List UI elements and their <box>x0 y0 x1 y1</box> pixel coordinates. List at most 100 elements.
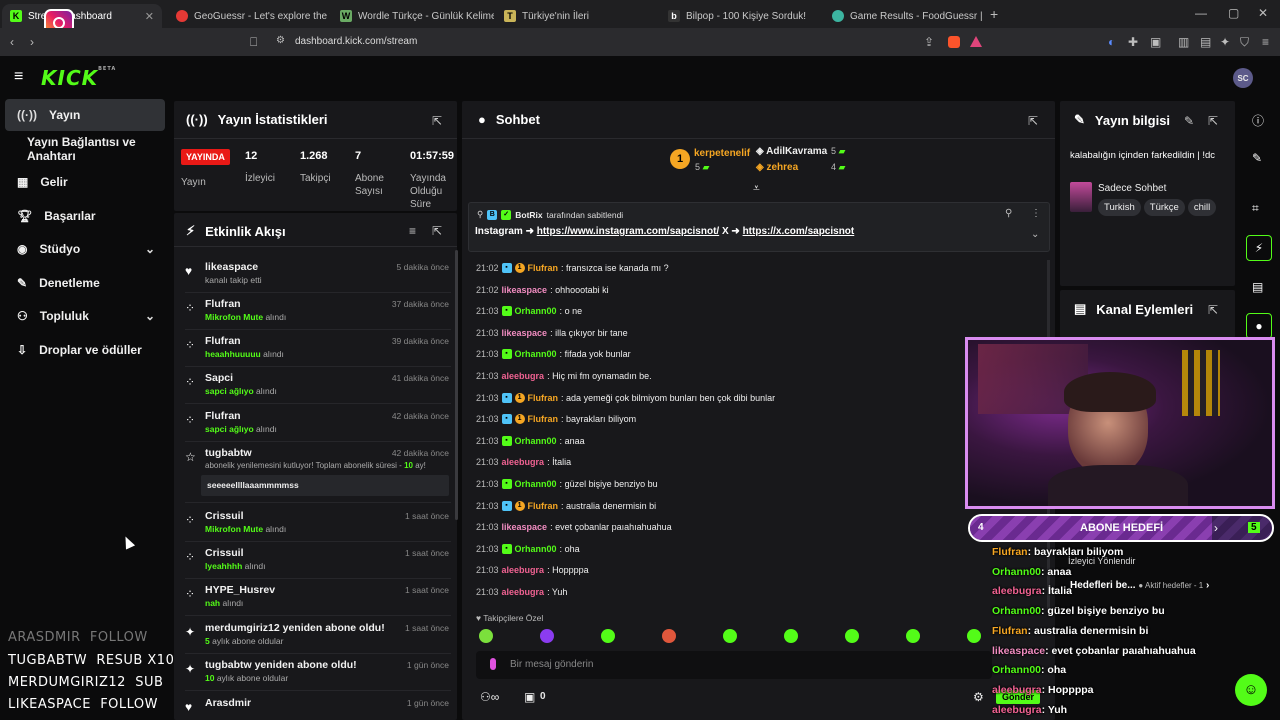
tag[interactable]: chill <box>1187 199 1217 216</box>
sidebar-item-stream-key[interactable]: Yayın Bağlantısı ve Anahtarı <box>5 133 175 165</box>
expand-leaderboard-icon[interactable]: ⩡ <box>753 181 760 196</box>
brave-shield-icon[interactable] <box>948 36 960 48</box>
tag[interactable]: Turkish <box>1098 199 1141 216</box>
chat-message[interactable]: 21:03 ▪ Orhann00: o ne <box>476 306 582 317</box>
emote-icon[interactable] <box>662 629 676 643</box>
site-info-icon[interactable]: ⚙ <box>276 35 285 46</box>
activity-item[interactable]: ✦ merdumgiriz12 yeniden abone oldu! 5 ay… <box>185 622 451 654</box>
activity-item[interactable]: ⁘ Flufran sapci ağlıyo alındı 42 dakika … <box>185 410 451 442</box>
message-user[interactable]: likeaspace <box>502 522 548 532</box>
popout-icon[interactable]: ⇱ <box>1208 303 1218 317</box>
message-user[interactable]: aleebugra <box>502 587 545 597</box>
tab-wordle[interactable]: W Wordle Türkçe - Günlük Kelime Oyunu <box>332 4 494 28</box>
chat-message[interactable]: 21:03 aleebugra: Hiç mi fm oynamadın be. <box>476 371 652 381</box>
sidebar-toggle-icon[interactable]: ▥ <box>1178 35 1189 49</box>
sidebar-item-droplar[interactable]: ⇩ Droplar ve ödüller <box>5 334 165 366</box>
unpin-icon[interactable]: ⚲ <box>1005 208 1012 219</box>
instagram-link[interactable]: https://www.instagram.com/sapcisnot/ <box>537 226 719 237</box>
sidebar-item-yayin[interactable]: ((·)) Yayın <box>5 99 165 131</box>
close-tab-icon[interactable]: ✕ <box>145 10 154 23</box>
message-user[interactable]: aleebugra <box>502 457 545 467</box>
message-user[interactable]: Orhann00 <box>515 544 557 554</box>
category-thumbnail[interactable] <box>1070 182 1092 212</box>
tab-foodguessr[interactable]: Game Results - FoodGuessr | FoodG <box>824 4 986 28</box>
brave-rewards-icon[interactable] <box>970 36 982 47</box>
activity-item[interactable]: ♥ likeaspace kanalı takip etti 5 dakika … <box>185 261 451 293</box>
emote-icon[interactable] <box>723 629 737 643</box>
chat-message[interactable]: 21:02 likeaspace: ohhoootabi ki <box>476 285 609 295</box>
crop-icon[interactable]: ⌗ <box>1252 201 1259 216</box>
message-user[interactable]: Orhann00 <box>515 306 557 316</box>
tab-turkiye[interactable]: T Türkiye'nin İleri <box>496 4 658 28</box>
category-name[interactable]: Sadece Sohbet <box>1098 183 1166 194</box>
activity-item[interactable]: ⁘ HYPE_Husrev nah alındı 1 saat önce <box>185 584 451 616</box>
emote-icon[interactable] <box>845 629 859 643</box>
avatar[interactable]: SC <box>1233 68 1253 88</box>
message-user[interactable]: likeaspace <box>502 285 548 295</box>
activity-item[interactable]: ⁘ Crissuil lyeahhhh alındı 1 saat önce <box>185 547 451 579</box>
chat-message[interactable]: 21:03 aleebugra: Yuh <box>476 587 567 597</box>
emote-icon[interactable] <box>601 629 615 643</box>
tab-geoguessr[interactable]: GeoGuessr - Let's explore the world! <box>168 4 330 28</box>
popout-icon[interactable]: ⇱ <box>432 114 442 128</box>
more-options-icon[interactable]: ⋮ <box>1031 208 1041 219</box>
emote-icon[interactable] <box>540 629 554 643</box>
edit-icon[interactable]: ✎ <box>1252 151 1262 165</box>
reading-list-icon[interactable]: ▤ <box>1200 35 1211 49</box>
popout-icon[interactable]: ⇱ <box>432 224 442 238</box>
chat-bubble-icon[interactable]: ● <box>1246 313 1272 339</box>
activity-scrollbar[interactable] <box>455 250 458 520</box>
message-user[interactable]: Orhann00 <box>515 349 557 359</box>
message-user[interactable]: Flufran <box>528 263 559 273</box>
microphone-icon[interactable] <box>490 658 496 670</box>
extensions-icon[interactable]: ✚ <box>1128 35 1138 49</box>
bookmark-icon[interactable]: ⎕ <box>250 35 257 50</box>
message-user[interactable]: Flufran <box>528 501 559 511</box>
share-icon[interactable]: ⇪ <box>924 35 934 49</box>
menu-icon[interactable]: ≡ <box>1262 35 1269 49</box>
chat-message[interactable]: 21:03 ▪ 1 Flufran: ada yemeği çok bilmiyom … <box>476 392 775 403</box>
tab-stream-dashboard[interactable]: K Stream Dashboard ✕ <box>2 4 162 28</box>
support-chat-icon[interactable]: ☺ <box>1235 674 1267 706</box>
lightning-icon[interactable]: ⚡︎ <box>1246 235 1272 261</box>
chat-message[interactable]: 21:03 ▪ Orhann00: oha <box>476 543 580 554</box>
url-field[interactable]: dashboard.kick.com/stream <box>295 36 417 47</box>
document-icon[interactable]: ▤ <box>1252 280 1263 294</box>
tab-bilpop[interactable]: b Bilpop - 100 Kişiye Sorduk! <box>660 4 822 28</box>
info-icon[interactable]: ⓘ <box>1252 112 1264 129</box>
chat-message[interactable]: 21:03 aleebugra: İtalia <box>476 457 571 467</box>
activity-item[interactable]: ⁘ Flufran Mikrofon Mute alındı 37 dakika… <box>185 298 451 330</box>
emote-icon[interactable] <box>479 629 493 643</box>
activity-item[interactable]: ⁘ Sapci sapci ağlıyo alındı 41 dakika ön… <box>185 372 451 404</box>
chat-message[interactable]: 21:03 ▪ 1 Flufran: bayrakları biliyom <box>476 414 636 425</box>
goals-row[interactable]: Hedefleri be... ● Aktif hedefler - 1 › <box>1070 580 1209 591</box>
new-tab-icon[interactable]: + <box>990 6 998 22</box>
message-user[interactable]: Flufran <box>528 393 559 403</box>
chat-message[interactable]: 21:03 likeaspace: evet çobanlar paıahıahu… <box>476 522 672 532</box>
back-icon[interactable]: ‹ <box>10 35 14 49</box>
message-user[interactable]: Flufran <box>528 414 559 424</box>
sidebar-item-basarilar[interactable]: 🏆︎ Başarılar <box>5 200 165 232</box>
edit-icon[interactable]: ✎ <box>1184 114 1194 128</box>
hamburger-menu-icon[interactable]: ≡ <box>14 68 23 86</box>
chat-message[interactable]: 21:03 ▪ 1 Flufran: australia denermisin bi <box>476 500 656 511</box>
x-link[interactable]: https://x.com/sapcisnot <box>743 226 855 237</box>
message-user[interactable]: aleebugra <box>502 565 545 575</box>
emote-icon[interactable] <box>906 629 920 643</box>
activity-item[interactable]: ⁘ Crissuil Mikrofon Mute alındı 1 saat ö… <box>185 510 451 542</box>
ai-icon[interactable]: ✦ <box>1220 35 1230 49</box>
maximize-icon[interactable]: ▢ <box>1228 6 1239 20</box>
vpn-icon[interactable]: ⛉ <box>1240 35 1249 50</box>
chevron-down-icon[interactable]: ⌄ <box>1031 229 1039 240</box>
sidebar-item-studyo[interactable]: ◉ Stüdyo ⌄ <box>5 233 165 265</box>
popout-icon[interactable]: ⇱ <box>1028 114 1038 128</box>
message-user[interactable]: aleebugra <box>502 371 545 381</box>
activity-item[interactable]: ⁘ Flufran heaahhuuuuu alındı 39 dakika ö… <box>185 335 451 367</box>
message-user[interactable]: likeaspace <box>502 328 548 338</box>
popout-icon[interactable]: ⇱ <box>1208 114 1218 128</box>
sidebar-item-gelir[interactable]: ▦ Gelir <box>5 166 165 198</box>
sidebar-item-topluluk[interactable]: ⚇ Topluluk ⌄ <box>5 300 165 332</box>
activity-item[interactable]: ☆ tugbabtw abonelik yenilemesini kutluyo… <box>185 447 451 503</box>
activity-item[interactable]: ✦ tugbabtw yeniden abone oldu! 10 aylık … <box>185 659 451 691</box>
wallet-icon[interactable]: ▣ <box>1150 35 1161 49</box>
